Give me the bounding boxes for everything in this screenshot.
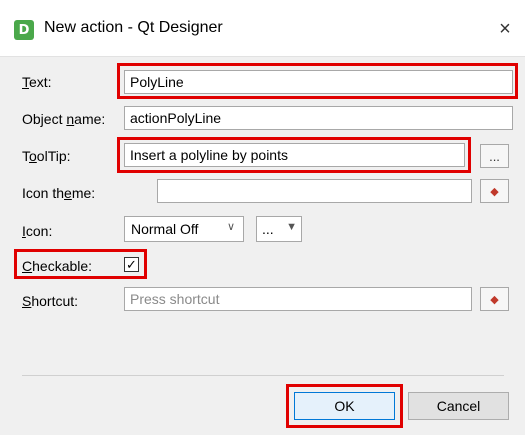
reset-icon: ◆ <box>490 293 499 306</box>
button-divider <box>22 375 504 376</box>
icon-theme-reset-button[interactable]: ◆ <box>480 179 509 203</box>
cancel-button[interactable]: Cancel <box>408 392 509 420</box>
object-name-label: Object name: <box>22 111 106 127</box>
checkable-checkbox[interactable]: ✓ <box>124 257 139 272</box>
tooltip-input[interactable]: Insert a polyline by points <box>124 143 465 167</box>
icon-file-button[interactable]: ... ▼ <box>256 216 302 242</box>
check-icon: ✓ <box>126 257 137 272</box>
tooltip-edit-button[interactable]: ... <box>480 144 509 168</box>
shortcut-label: Shortcut: <box>22 293 79 309</box>
tooltip-label: ToolTip: <box>22 148 71 164</box>
close-icon: × <box>499 17 511 40</box>
qt-designer-app-icon: D <box>14 20 34 40</box>
reset-icon: ◆ <box>490 185 499 198</box>
window-title: New action - Qt Designer <box>44 19 223 36</box>
title-bar: D New action - Qt Designer × <box>0 0 525 62</box>
icon-label: Icon: <box>22 223 53 239</box>
text-input[interactable]: PolyLine <box>124 70 513 94</box>
shortcut-input[interactable]: Press shortcut <box>124 287 472 311</box>
chevron-down-icon: ∨ <box>226 221 235 233</box>
icon-theme-label: Icon theme: <box>22 185 96 201</box>
icon-file-button-label: ... <box>262 221 274 237</box>
ok-button[interactable]: OK <box>294 392 395 420</box>
shortcut-reset-button[interactable]: ◆ <box>480 287 509 311</box>
icon-mode-select[interactable]: Normal Off ∨ <box>124 216 244 242</box>
text-label: Text: <box>22 74 52 90</box>
object-name-input[interactable]: actionPolyLine <box>124 106 513 130</box>
dropdown-arrow-icon: ▼ <box>286 221 297 233</box>
checkable-label: Checkable: <box>22 258 93 274</box>
icon-mode-value: Normal Off <box>131 221 199 237</box>
close-button[interactable]: × <box>490 14 520 44</box>
icon-theme-input[interactable] <box>157 179 472 203</box>
